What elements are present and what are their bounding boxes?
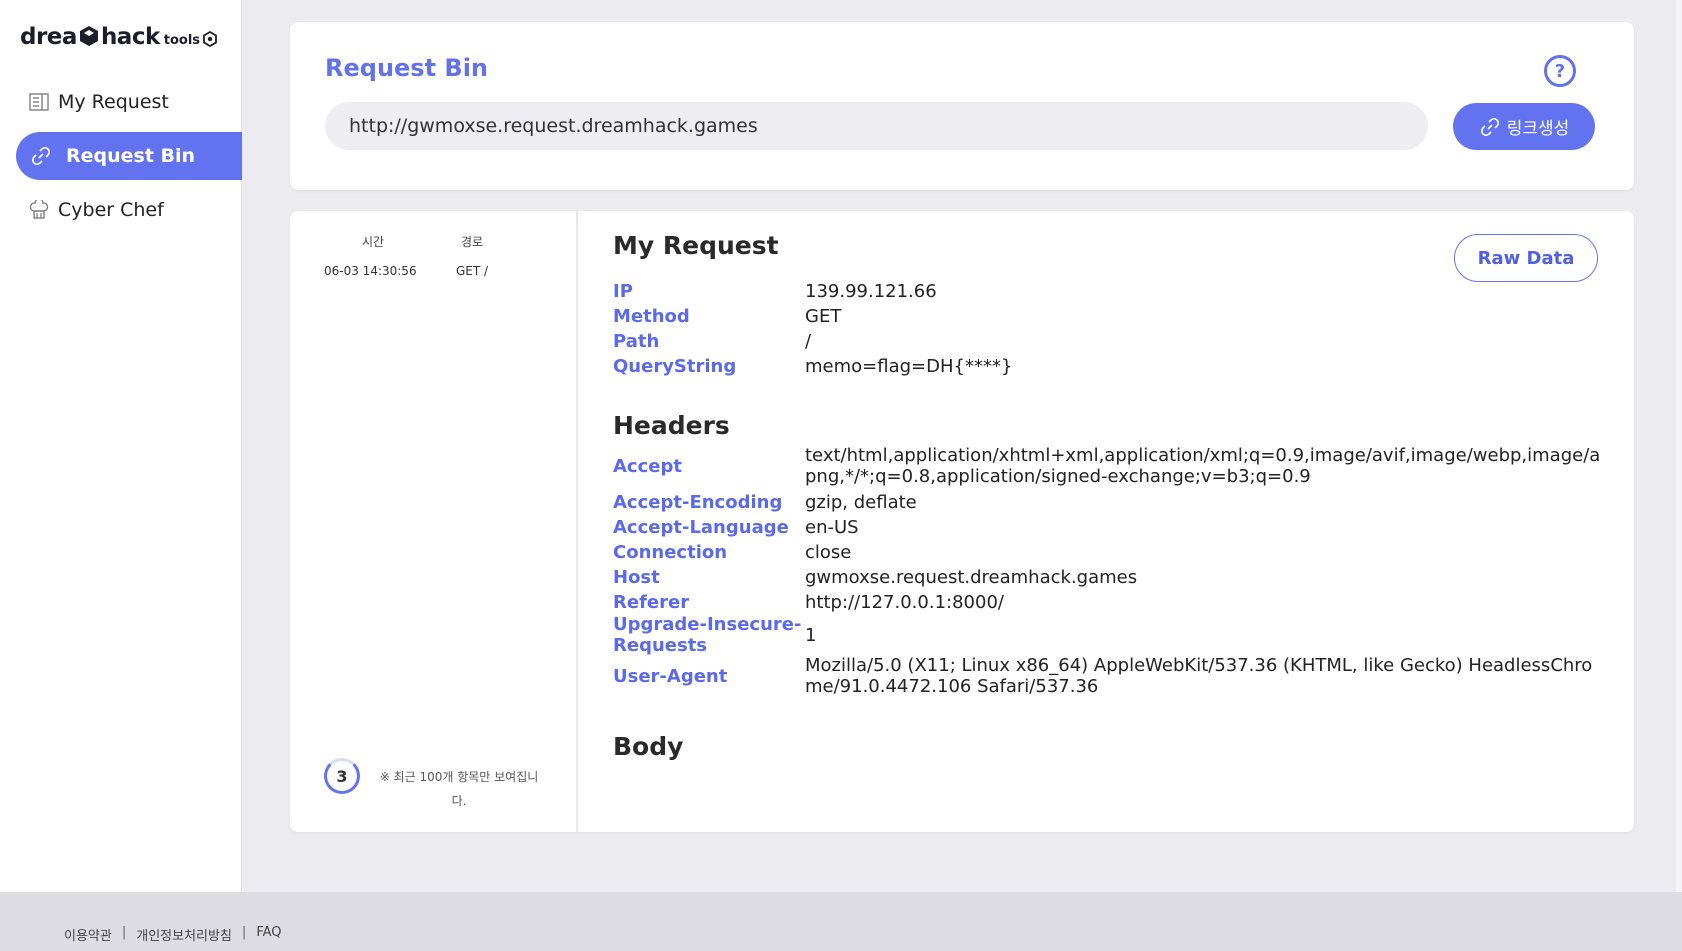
field-key: Method [613,305,690,327]
body-heading: Body [613,732,684,761]
column-header-time: 시간 [362,235,385,249]
field-value: 1 [805,624,817,646]
sidebar-item-request-bin[interactable]: Request Bin [16,132,242,180]
request-field-path: Path / [613,329,1603,353]
field-value: Mozilla/5.0 (X11; Linux x86_64) AppleWeb… [805,655,1593,697]
field-key: Accept-Encoding [613,491,783,513]
page-title: Request Bin [325,54,489,82]
field-value: 139.99.121.66 [805,280,937,302]
logo-text-1: drea [20,24,77,50]
help-icon[interactable]: ? [1544,55,1576,87]
window-edge [1676,0,1682,951]
refresh-countdown: 3 [324,758,360,794]
field-key: User-Agent [613,665,728,687]
request-history-pane: 시간 경로 06-03 14:30:56 GET / 3 ※ 최근 100개 항… [290,211,578,832]
bin-url-field[interactable]: http://gwmoxse.request.dreamhack.games [325,102,1428,150]
document-icon [28,91,50,113]
field-value: gzip, deflate [805,491,917,513]
history-row-path[interactable]: GET / [456,264,488,278]
header-field-connection: Connection close [613,540,1603,564]
sidebar-item-label: My Request [58,91,169,113]
raw-data-button[interactable]: Raw Data [1454,234,1598,282]
link-icon [30,145,52,167]
link-icon [1479,116,1501,138]
field-key: Host [613,566,660,588]
header-field-accept-language: Accept-Language en-US [613,515,1603,539]
headers-heading: Headers [613,411,730,440]
history-row-time[interactable]: 06-03 14:30:56 [324,264,417,278]
field-key: Connection [613,541,728,563]
field-value: close [805,541,852,563]
logo-text-2: hack [100,24,160,50]
footer: 이용약관 | 개인정보처리방침 | FAQ [0,892,1682,951]
header-field-accept-encoding: Accept-Encoding gzip, deflate [613,490,1603,514]
sidebar-item-label: Cyber Chef [58,199,164,221]
header-field-accept: Accept text/html,application/xhtml+xml,a… [613,445,1603,487]
header-field-referer: Referer http://127.0.0.1:8000/ [613,590,1603,614]
generate-link-label: 링크생성 [1506,119,1570,139]
faq-link[interactable]: FAQ [256,925,281,944]
sidebar-item-cyber-chef[interactable]: Cyber Chef [16,186,242,234]
field-key: Accept [613,455,682,477]
field-value: http://127.0.0.1:8000/ [805,591,1004,613]
field-value: GET [805,305,842,327]
request-field-querystring: QueryString memo=flag=DH{****} [613,354,1603,378]
field-value: gwmoxse.request.dreamhack.games [805,566,1138,588]
cube-icon [78,25,100,47]
my-request-heading: My Request [613,231,779,260]
field-value: memo=flag=DH{****} [805,355,1013,377]
field-key: Referer [613,591,690,613]
history-limit-notice: ※ 최근 100개 항목만 보여집니다. [379,770,539,808]
footer-separator: | [241,925,247,940]
sidebar-item-label: Request Bin [66,145,196,167]
header-field-upgrade-insecure-requests: Upgrade-Insecure-Requests 1 [613,614,1603,656]
request-field-method: Method GET [613,304,1603,328]
terms-link[interactable]: 이용약관 [64,925,112,944]
dreamhack-tools-logo[interactable]: drea hack tools [20,22,218,50]
field-key: Accept-Language [613,516,789,538]
sidebar: drea hack tools My Request Request Bin C… [0,0,242,892]
field-key: QueryString [613,355,737,377]
field-value: text/html,application/xhtml+xml,applicat… [805,445,1601,487]
generate-link-button[interactable]: 링크생성 [1453,103,1595,150]
privacy-policy-link[interactable]: 개인정보처리방침 [136,925,232,944]
chef-hat-icon [28,199,50,221]
logo-suffix: tools [163,33,201,48]
sidebar-item-my-request[interactable]: My Request [16,78,242,126]
request-field-ip: IP 139.99.121.66 [613,279,1603,303]
hexagon-gear-icon [202,30,218,48]
header-field-host: Host gwmoxse.request.dreamhack.games [613,565,1603,589]
sidebar-nav: My Request Request Bin Cyber Chef [16,78,242,240]
footer-links: 이용약관 | 개인정보처리방침 | FAQ [64,925,282,944]
field-value: en-US [805,516,859,538]
field-key: Path [613,330,660,352]
field-value: / [805,330,812,352]
request-detail-card: 시간 경로 06-03 14:30:56 GET / 3 ※ 최근 100개 항… [290,211,1634,832]
header-field-user-agent: User-Agent Mozilla/5.0 (X11; Linux x86_6… [613,655,1603,697]
field-key: Upgrade-Insecure-Requests [613,614,802,656]
footer-separator: | [121,925,127,940]
column-header-path: 경로 [461,235,484,249]
request-bin-card: Request Bin ? http://gwmoxse.request.dre… [290,22,1634,190]
request-detail-pane: My Request IP 139.99.121.66 Method GET P… [580,211,1634,832]
field-key: IP [613,280,633,302]
